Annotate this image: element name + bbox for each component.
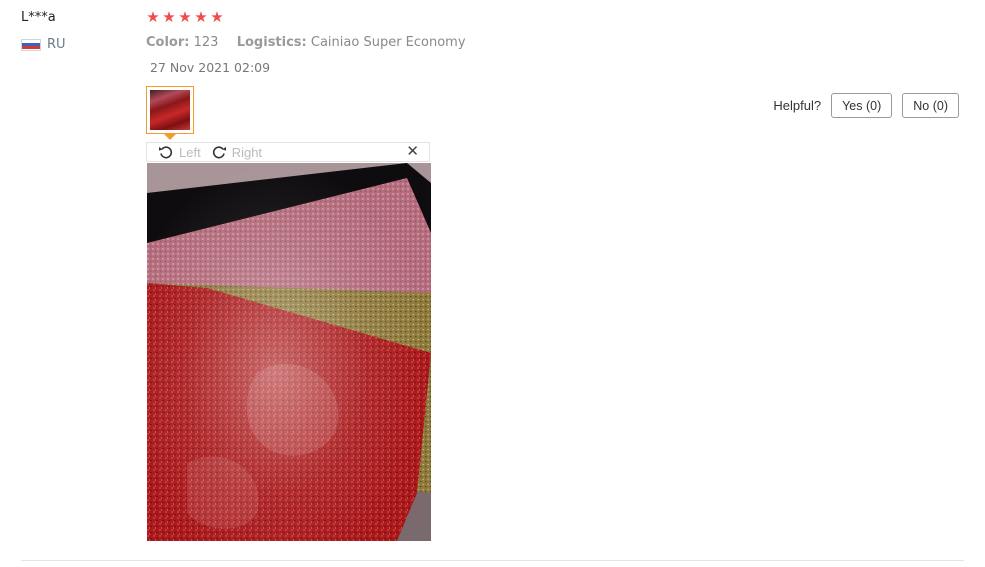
attr-logistics-key: Logistics:	[236, 35, 307, 50]
helpful-no-button[interactable]: No (0)	[902, 93, 959, 118]
photo-viewer-toolbar: Left Right ✕	[146, 142, 430, 162]
attr-color-value: 123	[193, 35, 219, 50]
star-icon: ★	[146, 9, 160, 26]
review-attributes: Color: 123 Logistics: Cainiao Super Econ…	[146, 35, 466, 50]
rotate-left-label: Left	[179, 144, 201, 160]
reviewer-country: RU	[21, 37, 66, 52]
close-icon[interactable]: ✕	[406, 142, 419, 160]
rotate-right-button[interactable]: Right	[211, 144, 262, 160]
helpful-controls: Helpful? Yes (0) No (0)	[773, 93, 959, 118]
star-icon: ★	[162, 9, 176, 26]
rotate-right-icon	[212, 146, 226, 159]
rotate-left-button[interactable]: Left	[158, 144, 201, 160]
star-rating: ★ ★ ★ ★ ★	[146, 10, 224, 26]
attr-logistics-value: Cainiao Super Economy	[310, 35, 466, 50]
attr-color-key: Color:	[146, 35, 190, 50]
russia-flag-icon	[21, 38, 41, 51]
rotate-left-icon	[158, 146, 173, 159]
star-icon: ★	[210, 9, 224, 26]
helpful-yes-button[interactable]: Yes (0)	[831, 93, 893, 118]
review-date: 27 Nov 2021 02:09	[150, 60, 271, 75]
star-icon: ★	[194, 9, 208, 26]
thumbnail-selected-caret	[164, 134, 176, 140]
review-photo-thumbnail[interactable]	[146, 86, 194, 134]
review-photo-large	[147, 163, 431, 541]
country-code: RU	[47, 37, 66, 52]
thumbnail-image	[150, 90, 190, 130]
star-icon: ★	[178, 9, 192, 26]
reviewer-name: L***a	[21, 10, 56, 25]
rotate-right-label: Right	[231, 144, 263, 160]
helpful-label: Helpful?	[773, 98, 822, 113]
review-divider	[21, 560, 964, 561]
